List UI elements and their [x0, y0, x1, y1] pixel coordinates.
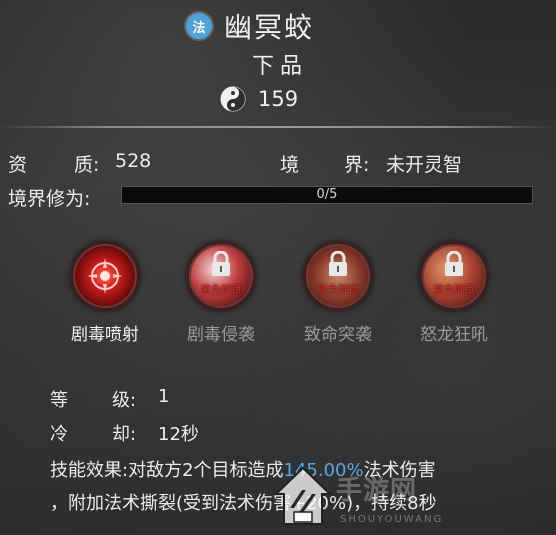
pet-name: 幽冥蛟 [224, 11, 315, 44]
skill-poison-spray-icon[interactable] [70, 241, 140, 311]
realm-label-1: 境 [280, 154, 300, 176]
watermark-subtext: SHOUYOUWANG [340, 514, 444, 525]
effect-text-1: 对敌方2个目标造成 [128, 460, 284, 481]
spell-type-badge: 法 [186, 13, 212, 39]
skill-poison-invasion-icon[interactable]: 紫色解锁 [186, 241, 256, 311]
cooldown-label-2: 却: [112, 424, 137, 445]
skill-lock-text: 紫色解锁 [434, 285, 474, 296]
cooldown-label-1: 冷 [50, 424, 68, 445]
skill-name-4: 怒龙狂吼 [420, 325, 488, 345]
level-value: 1 [158, 386, 170, 407]
header-divider [0, 126, 556, 128]
skill-lock-text: 紫色解锁 [201, 285, 241, 296]
aptitude-label-2: 质: [74, 154, 100, 176]
effect-label: 技能效果: [50, 460, 129, 481]
cultivation-progress-bar: 0/5 [121, 186, 533, 204]
realm-value: 未开灵智 [386, 154, 463, 176]
lock-icon [445, 251, 463, 276]
skill-fatal-assault-icon[interactable]: 蓝色解锁 [303, 241, 373, 311]
skill-dragon-roar-icon[interactable]: 紫色解锁 [419, 241, 489, 311]
watermark-logo-icon [273, 466, 333, 525]
pet-grade: 下品 [252, 54, 309, 79]
cultivation-progress-text: 0/5 [316, 187, 338, 202]
skill-lock-text: 蓝色解锁 [318, 285, 358, 296]
realm-label-2: 界: [344, 154, 370, 176]
aptitude-label-1: 资 [8, 154, 28, 176]
skill-name-2: 剧毒侵袭 [187, 325, 255, 345]
cultivation-label: 境界修为: [8, 188, 91, 210]
level-label-2: 级: [112, 390, 137, 411]
crosshair-icon [87, 258, 123, 294]
aptitude-value: 528 [115, 150, 152, 172]
skill-name-1: 剧毒喷射 [71, 325, 139, 345]
yinyang-icon [220, 86, 246, 112]
watermark-text: 手游网 [336, 476, 418, 506]
level-label-1: 等 [50, 390, 68, 411]
lock-icon [329, 251, 347, 276]
power-value: 159 [258, 87, 299, 111]
skill-name-3: 致命突袭 [304, 325, 372, 345]
lock-icon [212, 251, 230, 276]
cooldown-value: 12秒 [158, 424, 199, 445]
